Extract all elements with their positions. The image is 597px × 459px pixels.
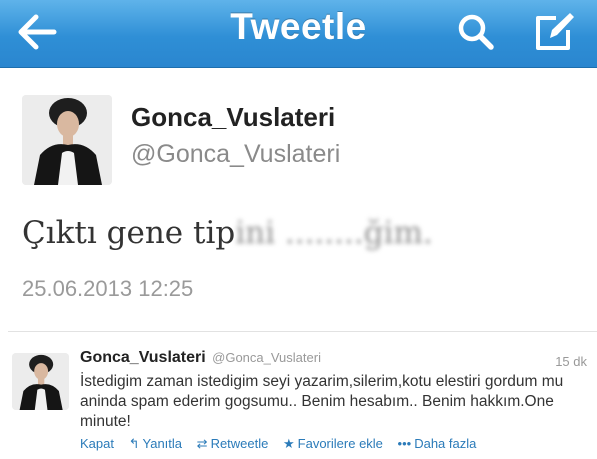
compose-icon[interactable] [530,10,576,54]
top-navigation-bar: Tweetle [0,0,597,68]
more-button[interactable]: ••• Daha fazla [398,436,477,451]
avatar[interactable] [12,353,69,410]
tweet-timestamp: 25.06.2013 12:25 [22,276,194,301]
search-icon[interactable] [456,12,496,52]
reply-icon: ↰ [128,436,140,451]
author-handle[interactable]: @Gonca_Vuslateri [131,140,340,169]
favorite-button[interactable]: ★ Favorilere ekle [283,436,383,452]
reply-button[interactable]: ↰ Yanıtla [129,436,182,452]
tweet-text-visible: Çıktı gene tip [22,215,236,251]
star-icon: ★ [283,436,295,451]
tweet-actions: Kapat ↰ Yanıtla ⇄ Retweetle ★ Favorilere ek… [80,436,487,452]
avatar[interactable] [22,95,112,185]
retweet-button[interactable]: ⇄ Retweetle [197,436,269,452]
reply-header: Gonca_Vuslateri @Gonca_Vuslateri [80,349,321,367]
author-name[interactable]: Gonca_Vuslateri [131,102,335,133]
reply-tweet[interactable]: Gonca_Vuslateri @Gonca_Vuslateri 15 dk İ… [0,332,597,459]
close-button[interactable]: Kapat [80,436,114,451]
reply-text: İstedigim zaman istedigim seyi yazarim,s… [80,373,564,430]
tweet-text: Çıktı gene tipini ........ğim. [22,215,433,251]
app-title: Tweetle [230,6,367,47]
reply-author-handle[interactable]: @Gonca_Vuslateri [212,350,321,365]
tweet-text-blurred: ini ........ğim. [235,215,433,251]
more-dots-icon: ••• [397,436,412,451]
reply-author-name[interactable]: Gonca_Vuslateri [80,349,206,366]
reply-time: 15 dk [555,354,587,369]
retweet-icon: ⇄ [196,436,208,451]
tweet-detail: Gonca_Vuslateri @Gonca_Vuslateri Çıktı g… [0,69,597,331]
